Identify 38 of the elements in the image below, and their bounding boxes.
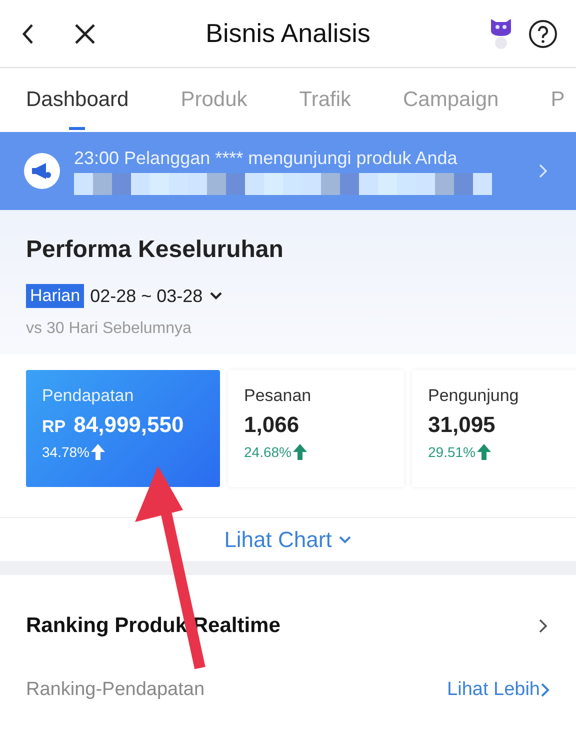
chevron-right-icon — [540, 682, 550, 698]
period-tag: Harian — [26, 284, 84, 308]
tab[interactable]: Campaign — [403, 68, 499, 132]
tab[interactable]: P — [550, 68, 565, 132]
metric-label: Pendapatan — [42, 386, 135, 406]
tab[interactable]: Trafik — [299, 68, 352, 132]
up-arrow-icon — [91, 444, 106, 460]
chevron-right-icon[interactable] — [538, 618, 548, 634]
comparison-text: vs 30 Hari Sebelumnya — [26, 320, 192, 338]
metric-card[interactable]: Pesanan 1,066 24.68% — [228, 370, 404, 487]
page-title: Bisnis Analisis — [206, 18, 370, 49]
help-icon[interactable] — [528, 18, 558, 48]
currency-label: RP — [42, 417, 66, 437]
change-percent: 24.68% — [244, 444, 292, 460]
section-title: Performa Keseluruhan — [26, 236, 284, 264]
metric-label: Pengunjung — [428, 386, 520, 406]
see-more-link[interactable]: Lihat Lebih — [447, 679, 550, 701]
up-arrow-icon — [293, 444, 308, 460]
back-button[interactable] — [20, 22, 36, 46]
close-button[interactable] — [74, 22, 96, 44]
metric-value: 31,095 — [428, 412, 496, 438]
change-percent: 29.51% — [428, 444, 476, 460]
change-percent: 34.78% — [42, 444, 90, 460]
robot-icon[interactable] — [488, 16, 514, 50]
tab[interactable]: Produk — [180, 68, 248, 132]
tab[interactable]: Dashboard — [26, 68, 129, 132]
chevron-down-icon — [338, 534, 352, 544]
metric-card[interactable]: Pendapatan RP 84,999,550 34.78% — [26, 370, 220, 487]
metric-label: Pesanan — [244, 386, 312, 406]
metric-value: 1,066 — [244, 412, 300, 438]
notification-text: 23:00 Pelanggan **** mengunjungi produk Anda — [74, 148, 458, 168]
date-range-dropdown[interactable]: 02-28 ~ 03-28 — [90, 286, 223, 306]
megaphone-icon — [24, 153, 60, 189]
chevron-down-icon — [208, 291, 223, 301]
up-arrow-icon — [477, 444, 492, 460]
metric-value: 84,999,550 — [74, 412, 184, 438]
ranking-subtitle: Ranking-Pendapatan — [26, 679, 205, 701]
metric-card[interactable]: Pengunjung 31,095 29.51% — [412, 370, 576, 487]
